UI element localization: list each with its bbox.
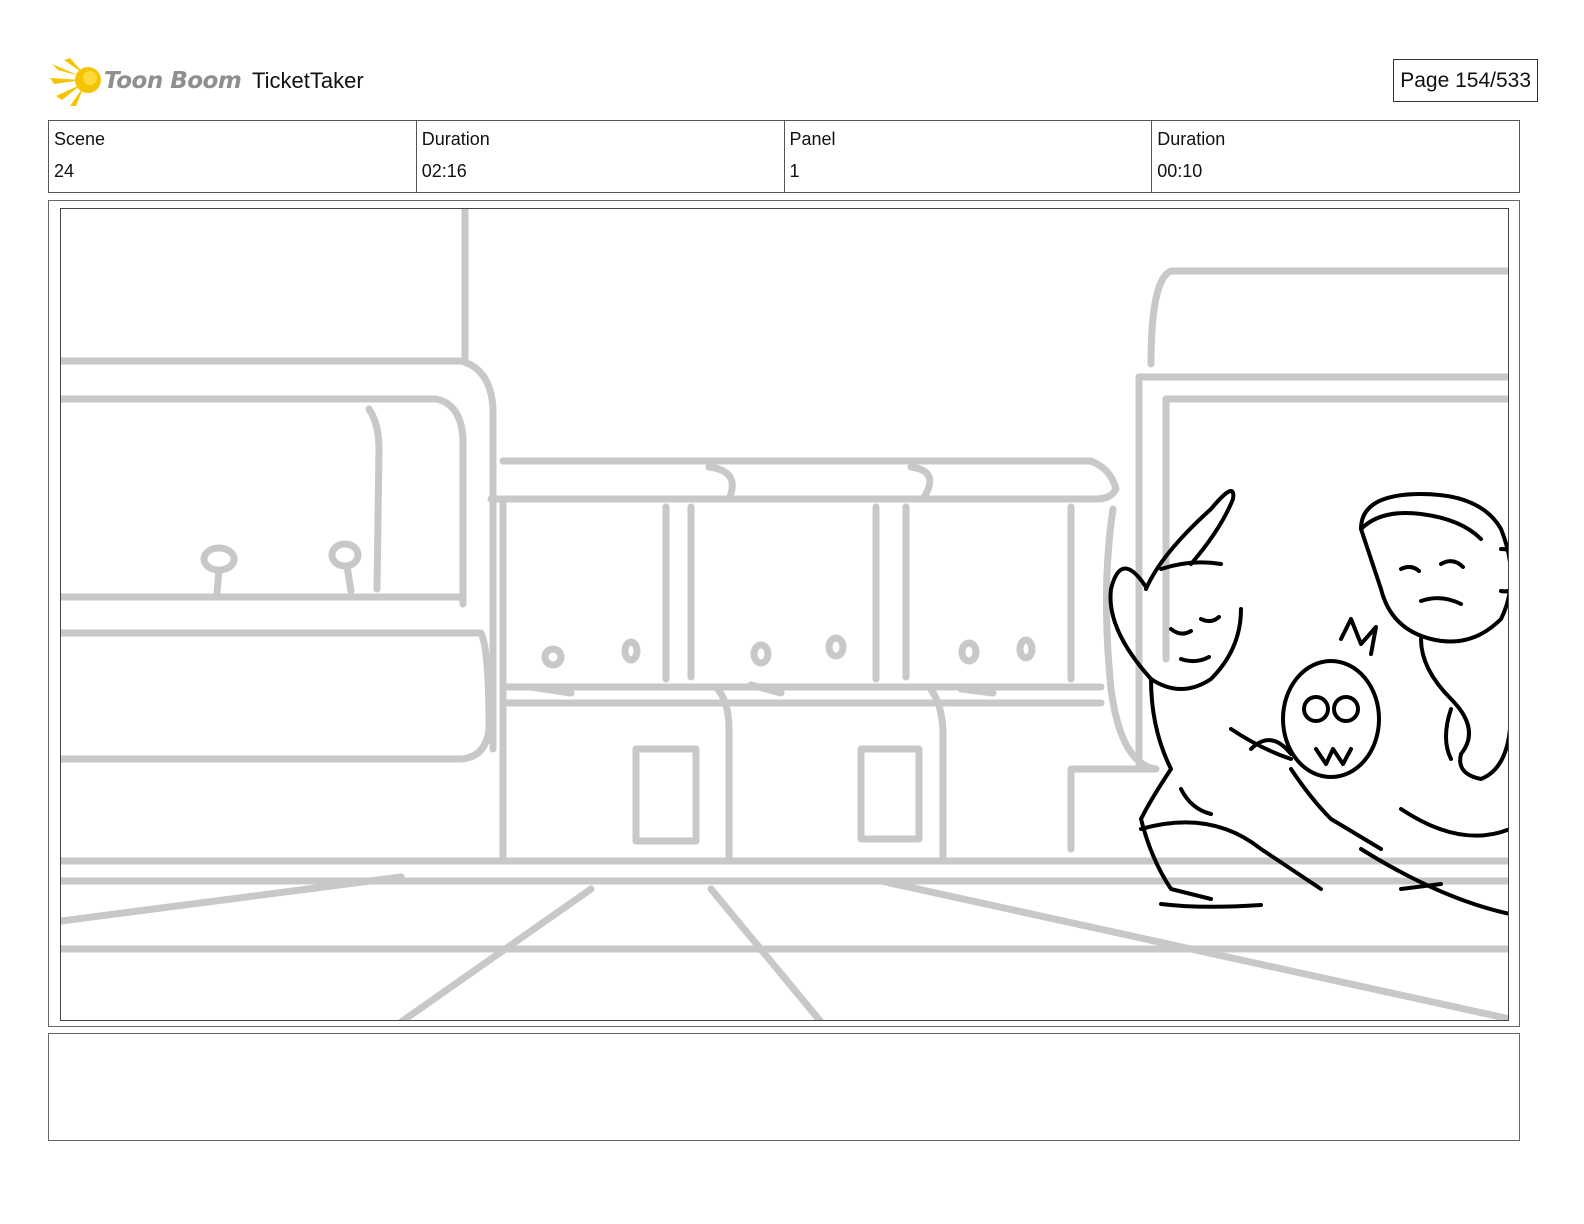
- sketch-drawing: [61, 209, 1508, 1020]
- panel-label: Panel: [789, 129, 836, 149]
- scene-label: Scene: [54, 129, 106, 149]
- panel-duration-label: Duration: [1157, 129, 1226, 149]
- scene-duration-label: Duration: [421, 129, 490, 149]
- page-counter: Page 154/533: [1393, 59, 1538, 102]
- scene-cell: Scene 24: [49, 121, 417, 192]
- scene-value: 24: [54, 161, 75, 181]
- storyboard-sketch-image: [60, 208, 1509, 1021]
- panel-duration-cell: Duration 00:10: [1152, 121, 1519, 192]
- scene-duration-value: 02:16: [421, 161, 467, 181]
- panel-frame: [48, 200, 1520, 1027]
- page-header: Toon Boom TicketTaker Page 154/533: [48, 52, 1538, 110]
- panel-duration-value: 00:10: [1157, 161, 1203, 181]
- toon-boom-logo: Toon Boom: [50, 56, 242, 108]
- project-title: TicketTaker: [252, 68, 364, 93]
- scene-info-table: Scene 24 Duration 02:16 Panel 1 Duration…: [48, 120, 1520, 193]
- logo-text: Toon Boom: [104, 68, 242, 94]
- starburst-icon: [50, 58, 101, 106]
- panel-notes: [48, 1033, 1520, 1141]
- scene-duration-cell: Duration 02:16: [417, 121, 785, 192]
- panel-value: 1: [789, 161, 800, 181]
- panel-cell: Panel 1: [785, 121, 1153, 192]
